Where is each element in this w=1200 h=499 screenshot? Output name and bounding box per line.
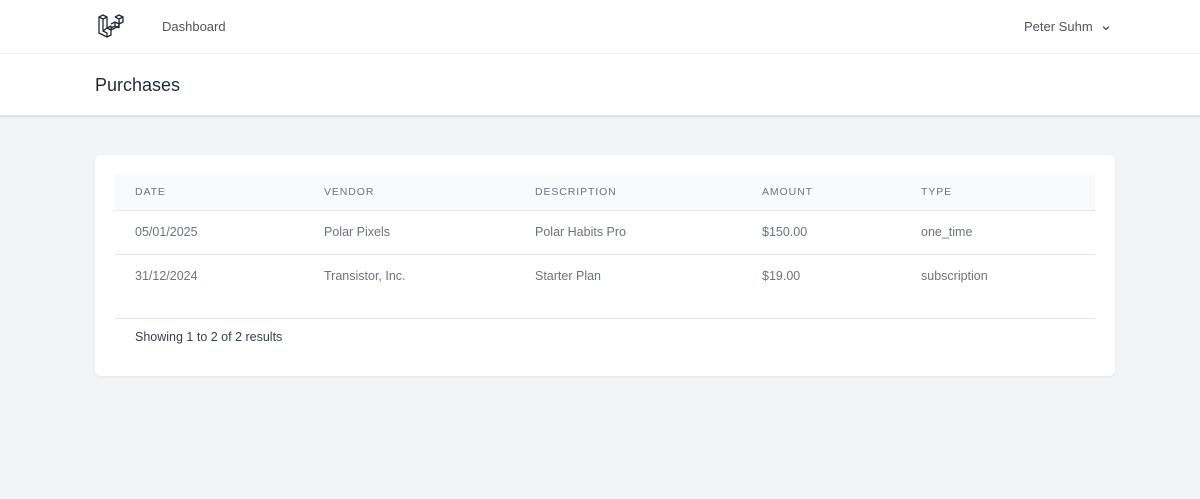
cell-date: 31/12/2024: [135, 269, 198, 284]
table-header-row: Date Vendor Description Amount Type: [115, 175, 1095, 211]
cell-amount: $19.00: [762, 269, 801, 284]
table-row: 31/12/2024 Transistor, Inc. Starter Plan…: [115, 254, 1095, 298]
cell-vendor: Polar Pixels: [304, 210, 515, 255]
user-name: Peter Suhm: [1024, 18, 1093, 34]
cell-vendor: Transistor, Inc.: [324, 269, 406, 284]
purchases-table: Date Vendor Description Amount Type 05/0…: [115, 175, 1095, 298]
column-header-type: Type: [901, 175, 1095, 211]
cell-type: one_time: [901, 210, 1095, 255]
page-header: Purchases: [0, 54, 1200, 116]
cell-type: subscription: [921, 269, 988, 284]
table-row: 05/01/2025 Polar Pixels Polar Habits Pro…: [115, 210, 1095, 255]
pagination-summary: Showing 1 to 2 of 2 results: [135, 330, 283, 344]
cell-date: 05/01/2025: [115, 210, 304, 255]
chevron-down-icon: [1101, 21, 1111, 31]
cell-amount: $150.00: [742, 210, 901, 255]
user-menu[interactable]: Peter Suhm: [1024, 18, 1111, 34]
purchases-card: Date Vendor Description Amount Type 05/0…: [95, 155, 1115, 376]
pagination-divider: [115, 318, 1095, 319]
cell-description: Starter Plan: [535, 269, 602, 284]
top-navigation: Dashboard Peter Suhm: [0, 0, 1200, 54]
column-header-amount: Amount: [742, 175, 901, 211]
page-title: Purchases: [95, 75, 181, 95]
column-header-date: Date: [115, 175, 304, 211]
column-header-vendor: Vendor: [304, 175, 515, 211]
column-header-description: Description: [515, 175, 742, 211]
cell-description: Polar Habits Pro: [515, 210, 742, 255]
nav-link-dashboard[interactable]: Dashboard: [162, 19, 226, 34]
laravel-logo-icon[interactable]: [97, 12, 125, 40]
